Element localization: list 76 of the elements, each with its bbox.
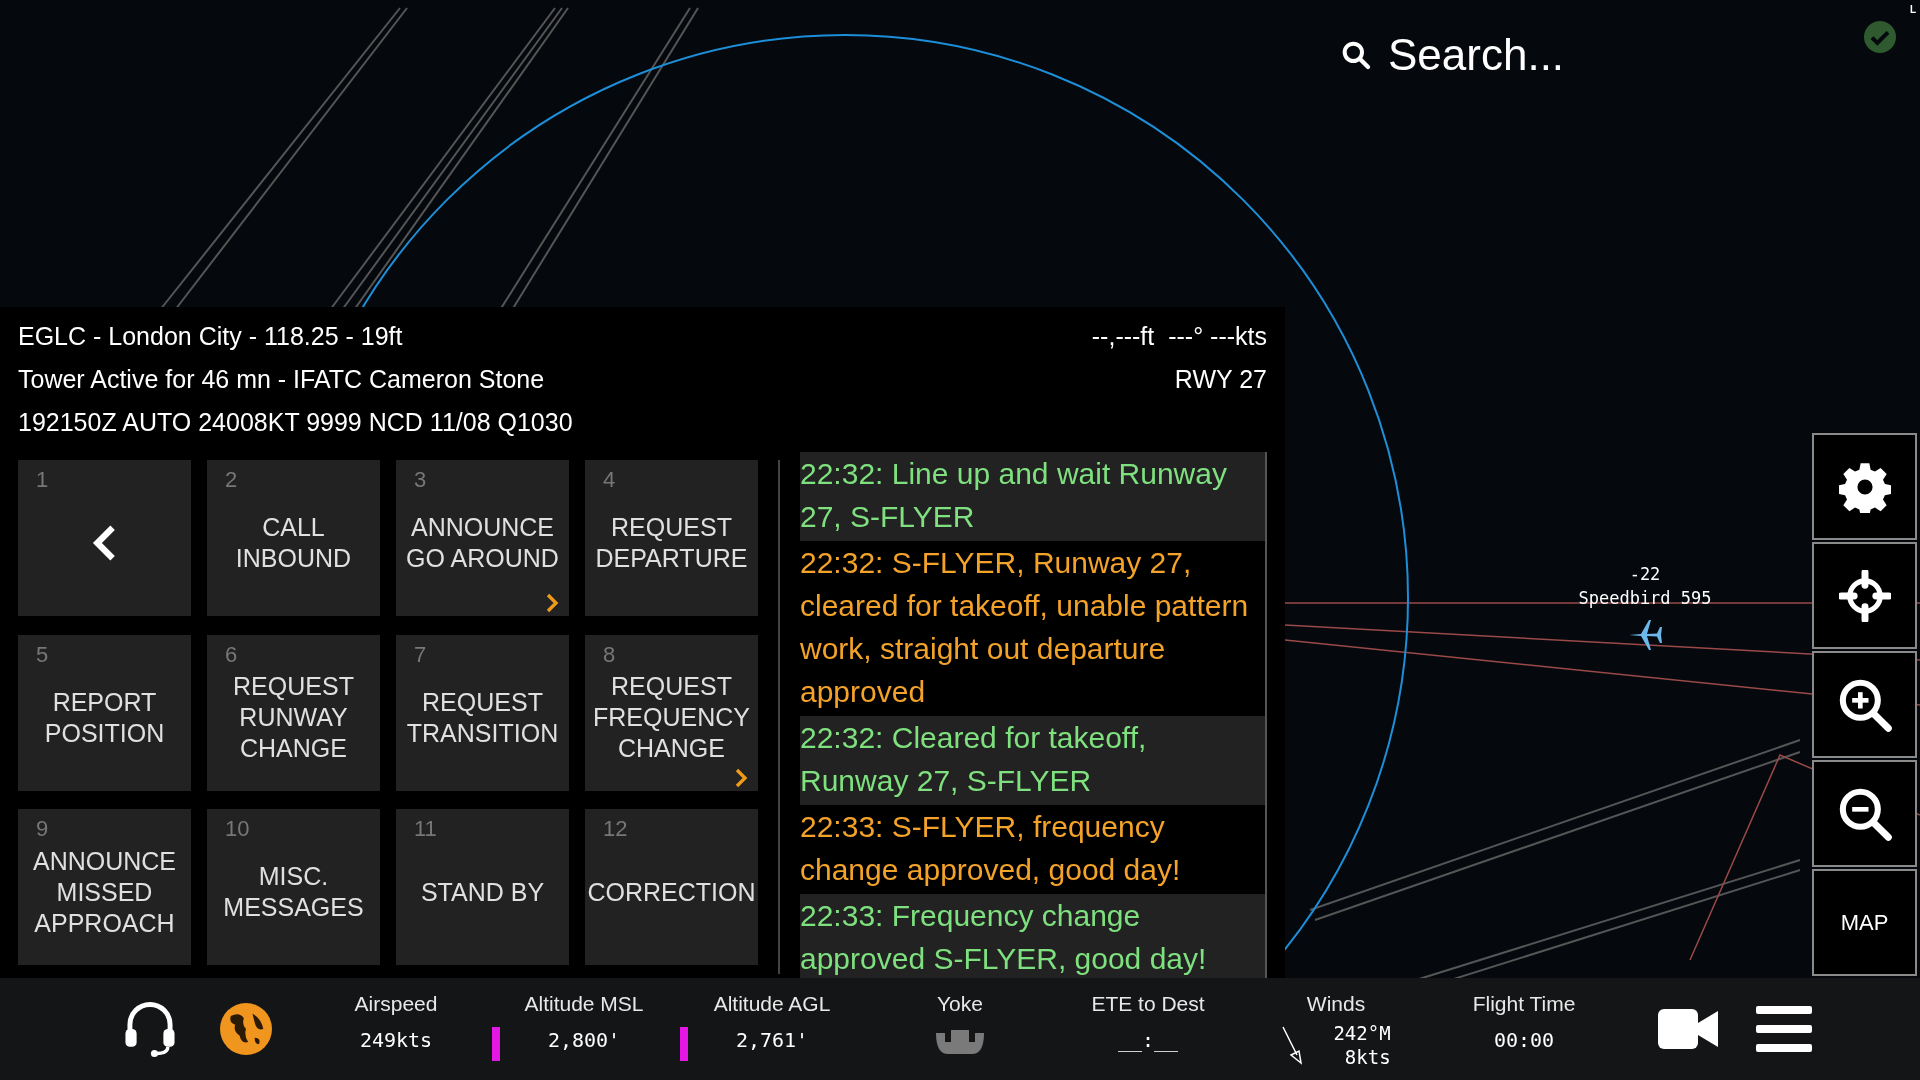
option-label: REQUEST RUNWAY CHANGE xyxy=(232,671,355,765)
reading-label: Flight Time xyxy=(1472,991,1576,1017)
corner-label: L xyxy=(1909,3,1916,17)
reading-label: Airspeed xyxy=(354,991,438,1017)
option-label: CALL INBOUND xyxy=(234,512,353,574)
reading-value: 2,761' xyxy=(735,1027,809,1054)
search-icon xyxy=(1340,39,1372,71)
aircraft-callsign: Speedbird 595 xyxy=(1578,587,1712,610)
message-option-button[interactable]: 12 CORRECTION xyxy=(585,809,758,966)
option-number: 12 xyxy=(603,815,628,844)
option-number: 3 xyxy=(414,466,427,494)
option-number: 11 xyxy=(414,815,437,844)
map-button[interactable]: MAP xyxy=(1812,869,1917,976)
locate-button[interactable] xyxy=(1812,542,1917,649)
option-number: 7 xyxy=(414,640,427,669)
message-option-button[interactable]: 2 CALL INBOUND xyxy=(207,460,380,616)
station-info: EGLC - London City - 118.25 - 19ft xyxy=(18,321,403,352)
chevron-icon xyxy=(734,767,748,788)
runway-label: RWY 27 xyxy=(1174,364,1267,395)
option-number: 8 xyxy=(603,640,616,669)
option-number: 4 xyxy=(603,466,616,494)
reading-label: Winds xyxy=(1306,991,1366,1017)
option-number: 10 xyxy=(225,815,250,844)
option-label: STAND BY xyxy=(419,876,546,908)
yoke-icon xyxy=(933,1027,987,1057)
option-label: REQUEST DEPARTURE xyxy=(594,512,749,574)
settings-icon xyxy=(1838,460,1891,513)
message-option-button[interactable]: 1 xyxy=(18,460,191,616)
wind-direction: 242°M xyxy=(1333,1021,1391,1045)
message-option-button[interactable]: 8 REQUEST FREQUENCY CHANGE xyxy=(585,634,758,791)
reading-label: Altitude AGL xyxy=(713,991,831,1017)
option-label: REPORT POSITION xyxy=(43,686,166,749)
option-label: CORRECTION xyxy=(586,876,757,908)
message-option-button[interactable]: 9 ANNOUNCE MISSED APPROACH xyxy=(18,809,191,966)
reading-value: 249kts xyxy=(359,1027,433,1054)
zoom-in-button[interactable] xyxy=(1812,651,1917,758)
menu-icon[interactable] xyxy=(1756,1006,1812,1052)
option-number: 5 xyxy=(36,640,49,669)
message-option-button[interactable]: 7 REQUEST TRANSITION xyxy=(396,634,569,791)
option-label: ANNOUNCE GO AROUND xyxy=(405,512,560,574)
message-option-button[interactable]: 5 REPORT POSITION xyxy=(18,634,191,791)
reading-value: 2,800' xyxy=(547,1027,621,1054)
option-label: REQUEST FREQUENCY CHANGE xyxy=(592,671,751,765)
wind-speed: 8kts xyxy=(1344,1045,1391,1069)
message-option-button[interactable]: 10 MISC. MESSAGES xyxy=(207,809,380,966)
option-label: ANNOUNCE MISSED APPROACH xyxy=(31,845,178,939)
aircraft-readout: --,---ft ---° ---kts xyxy=(1091,321,1267,352)
reading-value: 00:00 xyxy=(1493,1027,1555,1054)
globe-icon[interactable] xyxy=(220,1003,272,1055)
aircraft-altitude: -22 xyxy=(1629,563,1661,586)
reading-label: Yoke xyxy=(937,991,983,1017)
chevron-icon xyxy=(545,593,559,613)
option-number: 2 xyxy=(225,466,238,494)
option-label: MISC. MESSAGES xyxy=(222,861,365,924)
reading-label: ETE to Dest xyxy=(1091,991,1205,1017)
search-field[interactable]: Search... xyxy=(1388,22,1718,88)
metar-text: 192150Z AUTO 24008KT 9999 NCD 11/08 Q1030 xyxy=(18,407,574,438)
headset-icon[interactable] xyxy=(122,1000,178,1058)
video-camera-icon[interactable] xyxy=(1658,1007,1718,1051)
message-option-button[interactable]: 3 ANNOUNCE GO AROUND xyxy=(396,460,569,616)
reading-value: __:__ xyxy=(1117,1027,1179,1054)
message-entry: 22:32: Line up and wait Runway 27, S-FLYER xyxy=(800,452,1265,541)
option-number: 6 xyxy=(225,640,238,669)
crosshair-icon xyxy=(1838,569,1891,622)
message-option-button[interactable]: 6 REQUEST RUNWAY CHANGE xyxy=(207,634,380,791)
message-option-button[interactable]: 11 STAND BY xyxy=(396,809,569,966)
option-number: 9 xyxy=(36,815,49,844)
message-option-button[interactable]: 4 REQUEST DEPARTURE xyxy=(585,460,758,616)
zoom-out-button[interactable] xyxy=(1812,760,1917,867)
message-entry: 22:32: Cleared for takeoff, Runway 27, S-FLYER xyxy=(800,716,1265,805)
wind-arrow-icon xyxy=(1281,1025,1304,1065)
settings-button[interactable] xyxy=(1812,433,1917,540)
option-number: 1 xyxy=(36,466,49,494)
controller-info: Tower Active for 46 mn - IFATC Cameron Stone xyxy=(18,364,545,395)
reading-label: Altitude MSL xyxy=(524,991,644,1017)
option-label: REQUEST TRANSITION xyxy=(405,686,560,749)
